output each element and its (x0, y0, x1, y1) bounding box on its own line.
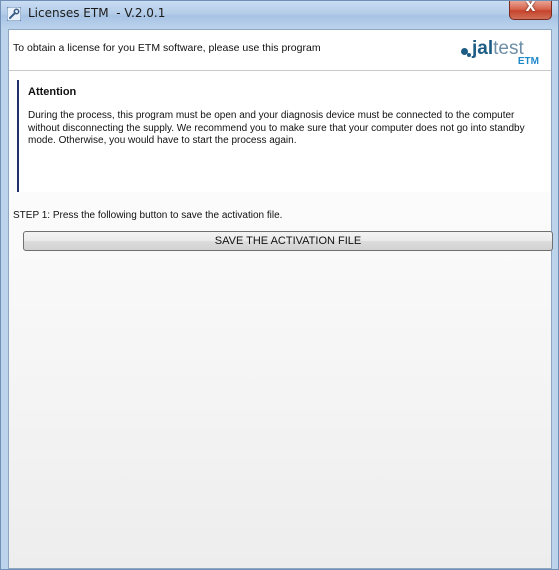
client-area: To obtain a license for you ETM software… (8, 29, 553, 569)
attention-box: Attention During the process, this progr… (17, 80, 549, 192)
attention-message: During the process, this program must be… (28, 110, 525, 146)
close-icon: X (525, 0, 536, 15)
attention-title: Attention (28, 86, 77, 98)
logo-wordmark: jaltest (472, 39, 524, 58)
logo-word-bold: jal (472, 38, 494, 59)
close-button[interactable]: X (509, 1, 552, 20)
logo-dot-small-icon (467, 53, 471, 57)
title-bar[interactable]: Licenses ETM - V.2.0.1 X (1, 1, 558, 28)
header-panel: To obtain a license for you ETM software… (9, 30, 551, 71)
intro-text: To obtain a license for you ETM software… (13, 42, 321, 54)
step1-instruction: STEP 1: Press the following button to sa… (13, 210, 283, 221)
wrench-icon (7, 7, 21, 21)
logo-subtitle: ETM (517, 56, 539, 67)
window-title: Licenses ETM - V.2.0.1 (28, 6, 166, 20)
save-activation-file-button[interactable]: SAVE THE ACTIVATION FILE (23, 231, 553, 251)
jaltest-logo: jaltest ETM (445, 32, 541, 67)
license-window: Licenses ETM - V.2.0.1 X To obtain a lic… (0, 0, 559, 570)
